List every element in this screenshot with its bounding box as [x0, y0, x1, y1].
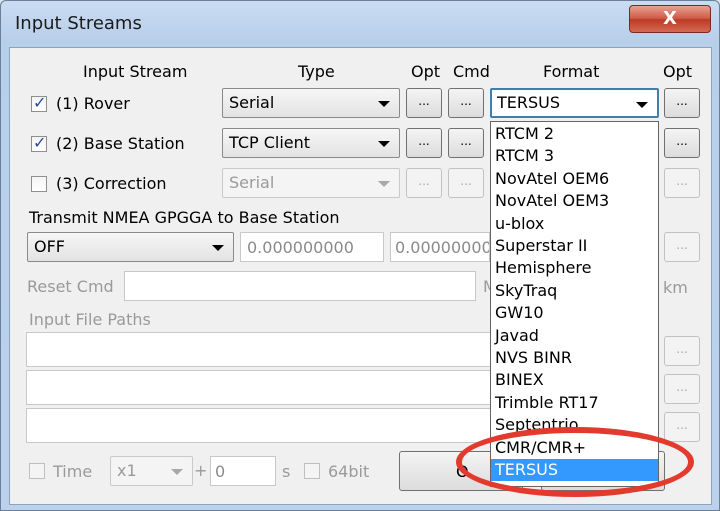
format-option[interactable]: Superstar II [491, 235, 658, 257]
rover-format-select[interactable]: TERSUS [490, 88, 659, 118]
distance-unit-label: km [663, 278, 688, 297]
rover-checkbox[interactable] [31, 93, 47, 112]
file-path-1-browse-button[interactable]: ... [664, 336, 700, 366]
red-highlight-circle [456, 427, 694, 497]
rover-format-value: TERSUS [497, 93, 561, 112]
rover-opt-button[interactable]: ... [406, 88, 442, 118]
format-option[interactable]: NovAtel OEM6 [491, 168, 658, 190]
title-bar[interactable]: Input Streams X [1, 1, 719, 47]
base-station-label: (2) Base Station [56, 134, 185, 153]
time-label: Time [53, 462, 93, 481]
format-option[interactable]: Javad [491, 325, 658, 347]
rover-label: (1) Rover [56, 94, 130, 113]
chevron-down-icon [171, 469, 183, 475]
format-option[interactable]: RTCM 2 [491, 123, 658, 145]
correction-label: (3) Correction [56, 174, 167, 193]
correction-opt-button[interactable]: ... [406, 168, 442, 198]
format-option[interactable]: SkyTraq [491, 280, 658, 302]
correction-type-value: Serial [229, 173, 275, 192]
file-path-field-3[interactable] [26, 408, 494, 443]
plus-label: + [194, 461, 208, 480]
nmea-mode-value: OFF [34, 237, 65, 256]
chevron-down-icon [378, 181, 390, 187]
format-option[interactable]: u-blox [491, 213, 658, 235]
time-checkbox[interactable] [29, 463, 45, 479]
format-option[interactable]: RTCM 3 [491, 145, 658, 167]
base-station-cmd-button[interactable]: ... [448, 128, 484, 158]
file-path-field-1[interactable] [26, 332, 494, 367]
nmea-longitude-value: 0.00000000 [395, 238, 490, 257]
input-streams-window: Input Streams X Input Stream Type Opt Cm… [0, 0, 720, 511]
rover-cmd-button[interactable]: ... [448, 88, 484, 118]
nmea-position-button[interactable]: ... [664, 232, 700, 262]
chevron-down-icon [378, 141, 390, 147]
format-option[interactable]: GW10 [491, 302, 658, 324]
playback-speed-value: x1 [117, 461, 137, 480]
format-option[interactable]: Trimble RT17 [491, 392, 658, 414]
base-station-opt-button[interactable]: ... [406, 128, 442, 158]
header-input-stream: Input Stream [83, 62, 188, 81]
format-option[interactable]: Hemisphere [491, 257, 658, 279]
nmea-label: Transmit NMEA GPGGA to Base Station [29, 208, 340, 227]
time-offset-value: 0 [215, 462, 226, 481]
reset-cmd-field[interactable] [124, 271, 476, 301]
rover-format-opt-button[interactable]: ... [664, 88, 700, 118]
correction-cmd-button[interactable]: ... [448, 168, 484, 198]
chevron-down-icon [378, 101, 390, 107]
nmea-mode-select[interactable]: OFF [27, 232, 234, 262]
chevron-down-icon [212, 245, 224, 251]
64bit-checkbox[interactable] [304, 463, 320, 479]
base-station-type-value: TCP Client [229, 133, 311, 152]
64bit-label: 64bit [328, 462, 370, 481]
file-path-3-browse-button[interactable]: ... [664, 412, 700, 442]
format-option[interactable]: BINEX [491, 369, 658, 391]
reset-cmd-label: Reset Cmd [27, 277, 114, 296]
nmea-latitude-value: 0.000000000 [247, 238, 354, 257]
rover-type-value: Serial [229, 93, 275, 112]
base-station-checkbox[interactable] [31, 133, 47, 152]
format-option[interactable]: NovAtel OEM3 [491, 190, 658, 212]
window-title: Input Streams [15, 13, 142, 34]
base-station-format-opt-button[interactable]: ... [664, 128, 700, 158]
correction-format-opt-button[interactable]: ... [664, 168, 700, 198]
playback-speed-select[interactable]: x1 [110, 456, 193, 486]
file-path-field-2[interactable] [26, 370, 494, 405]
format-option[interactable]: NVS BINR [491, 347, 658, 369]
close-button[interactable]: X [629, 5, 711, 33]
time-offset-field[interactable]: 0 [210, 456, 276, 486]
input-file-paths-label: Input File Paths [29, 310, 151, 329]
header-type: Type [298, 62, 335, 81]
rover-type-select[interactable]: Serial [222, 88, 400, 118]
seconds-unit-label: s [282, 462, 291, 481]
nmea-latitude-field[interactable]: 0.000000000 [240, 232, 384, 262]
header-opt: Opt [411, 62, 441, 81]
chevron-down-icon [636, 102, 648, 108]
base-station-type-select[interactable]: TCP Client [222, 128, 400, 158]
correction-checkbox[interactable] [31, 176, 47, 192]
header-cmd: Cmd [453, 62, 490, 81]
header-format: Format [543, 62, 600, 81]
nmea-longitude-field[interactable]: 0.00000000 [390, 232, 490, 262]
header-opt-format: Opt [663, 62, 693, 81]
correction-type-select[interactable]: Serial [222, 168, 400, 198]
x-icon: X [663, 8, 677, 29]
file-path-2-browse-button[interactable]: ... [664, 374, 700, 404]
